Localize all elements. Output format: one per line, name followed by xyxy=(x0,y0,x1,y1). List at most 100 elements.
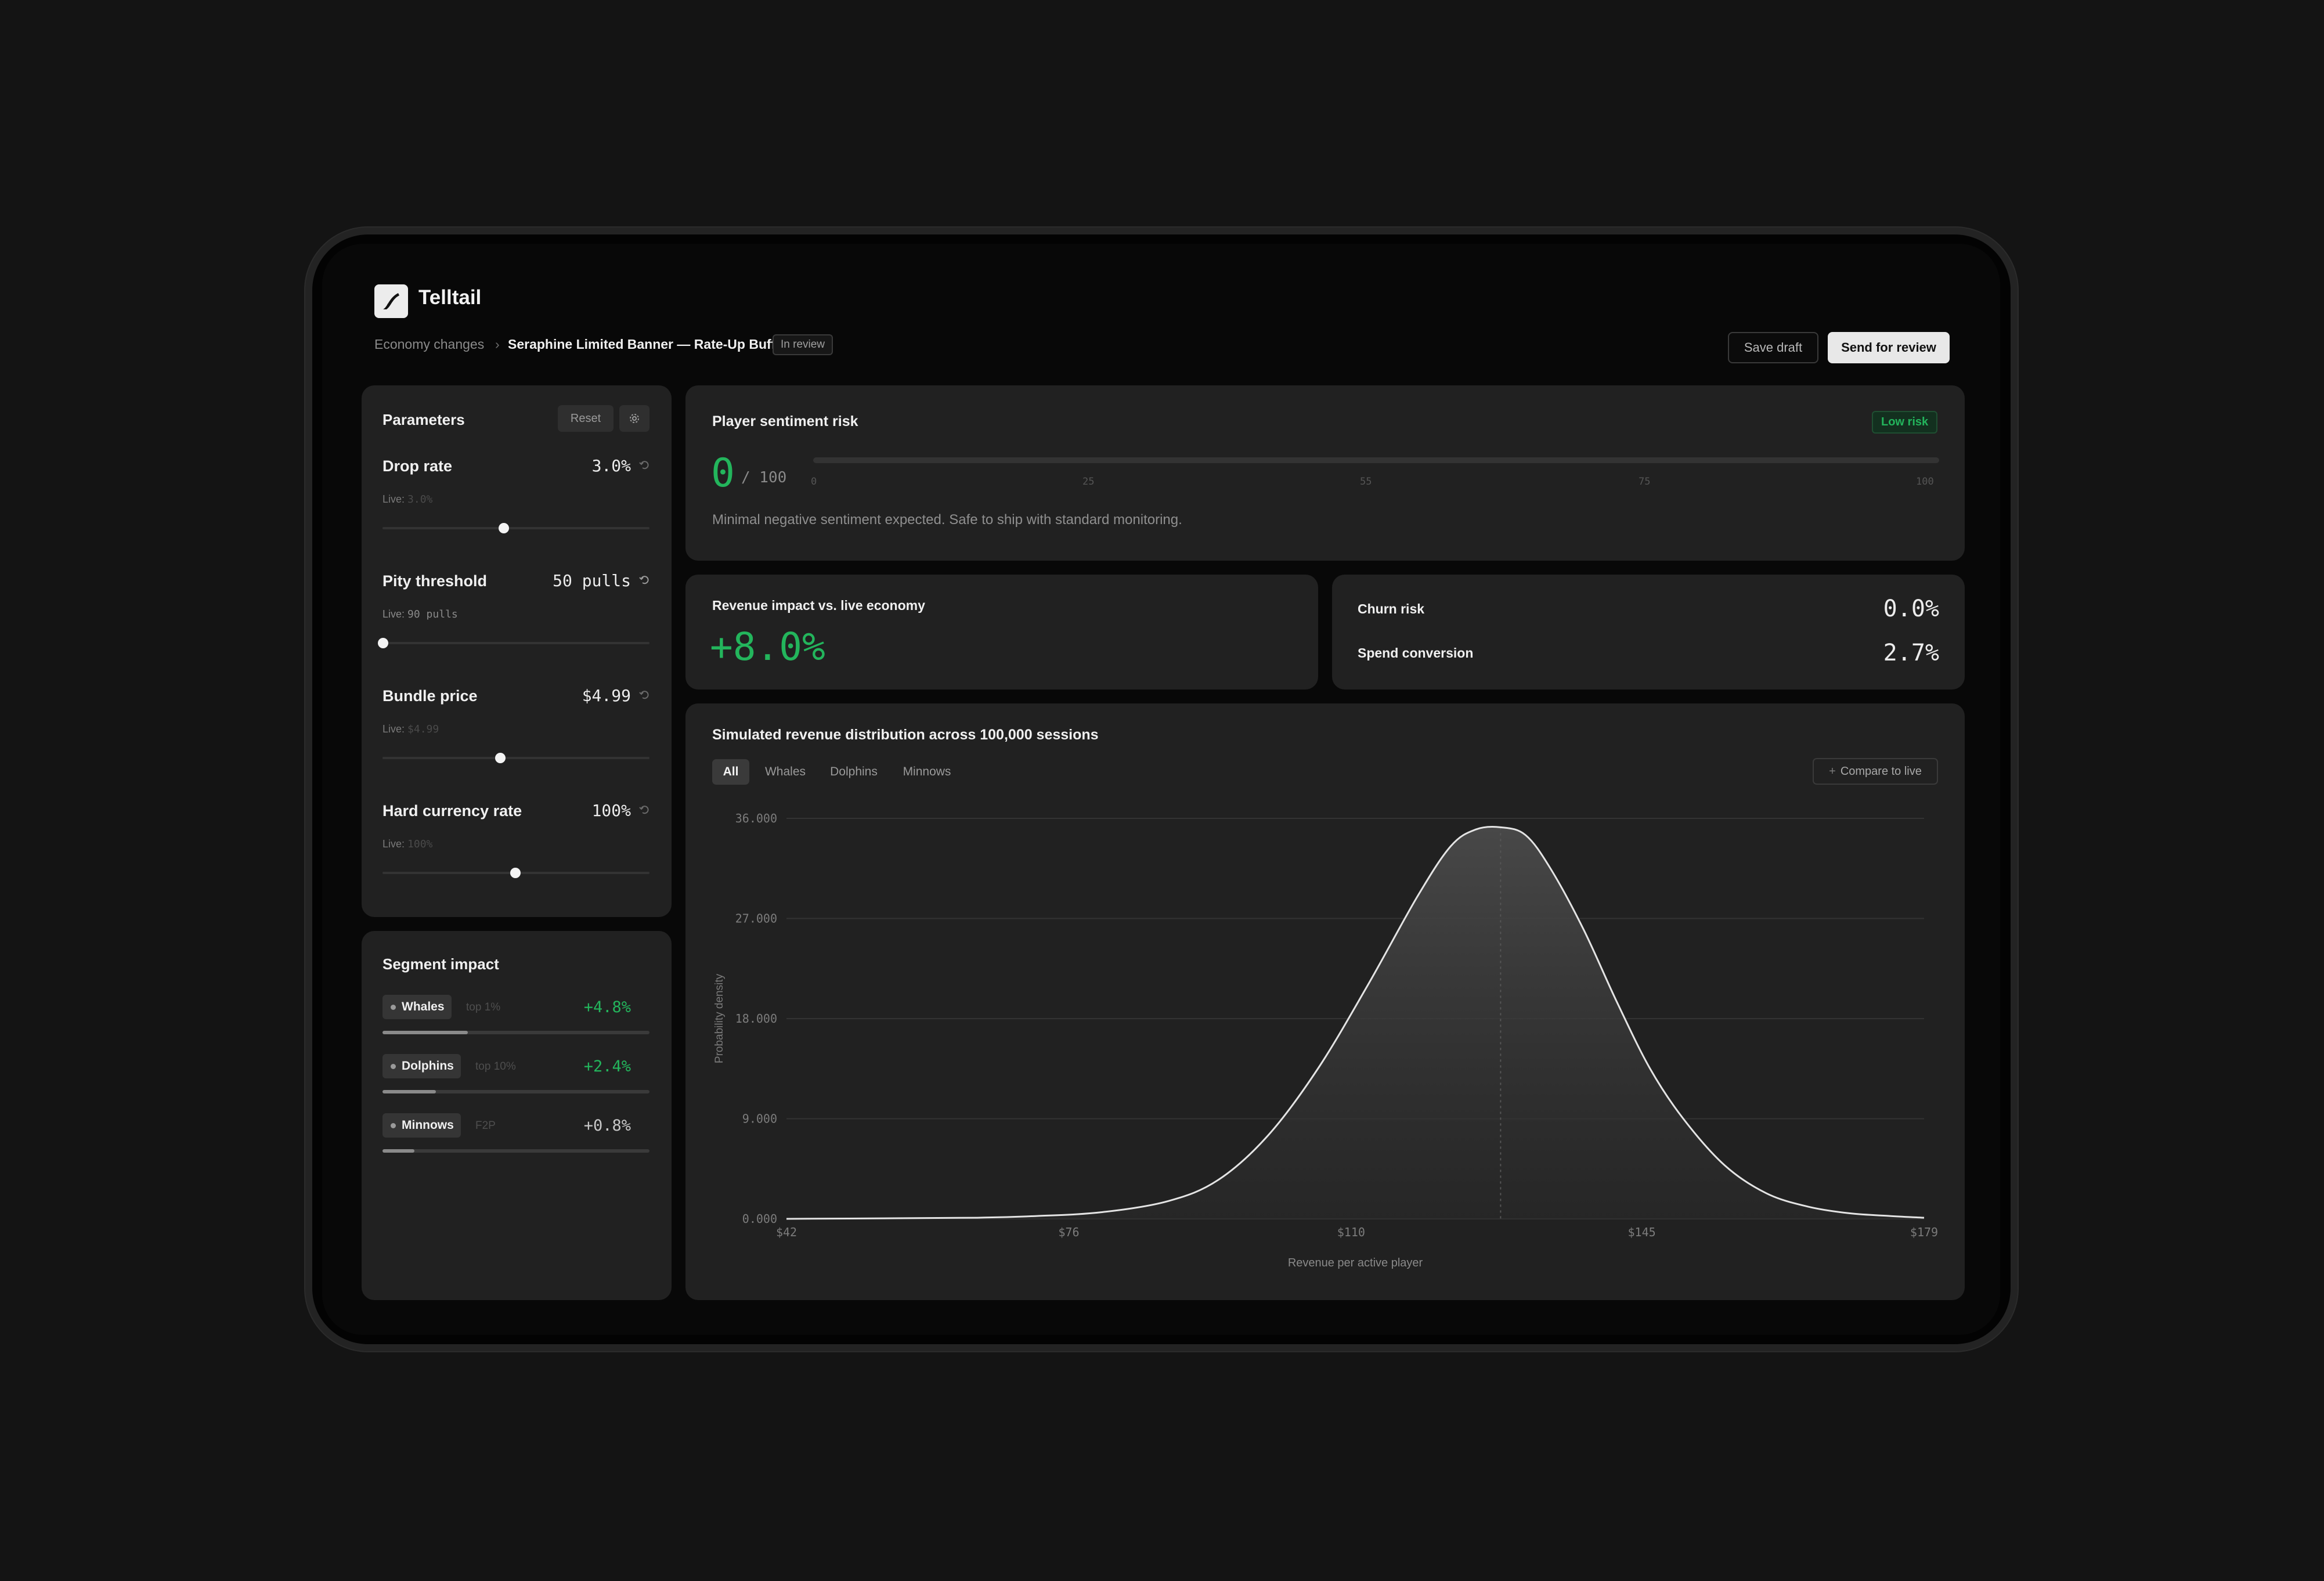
gear-icon xyxy=(630,414,639,423)
bundle-price-slider[interactable] xyxy=(382,757,649,759)
segment-bar xyxy=(382,1031,649,1034)
segment-dot xyxy=(391,1122,396,1128)
pity-threshold-slider[interactable] xyxy=(382,642,649,644)
gauge-tick: 100 xyxy=(1916,476,1934,488)
segment-bar-fill xyxy=(382,1031,468,1034)
live-label: Live: xyxy=(382,838,405,850)
x-tick-label: $179 xyxy=(1910,1225,1938,1239)
revenue-impact-value: +8.0% xyxy=(710,625,825,669)
breadcrumb-parent-link[interactable]: Economy changes xyxy=(374,337,484,352)
segment-chip-minnows[interactable]: Minnows xyxy=(382,1113,461,1138)
reset-button[interactable]: Reset xyxy=(558,405,614,432)
segment-value: +0.8% xyxy=(583,1117,631,1135)
live-value: Live: $4.99 xyxy=(382,723,439,735)
segment-bar xyxy=(382,1149,649,1153)
breadcrumb-separator: › xyxy=(495,337,500,352)
param-name: Bundle price xyxy=(382,687,478,705)
segment-note: F2P xyxy=(475,1120,496,1132)
y-tick-label: 36.000 xyxy=(735,811,777,825)
churn-risk-value: 0.0% xyxy=(1883,595,1939,622)
segment-value: +2.4% xyxy=(583,1057,631,1075)
gauge-tick: 0 xyxy=(811,476,817,488)
telltail-logo xyxy=(374,284,408,318)
live-label: Live: xyxy=(382,493,405,505)
segment-value: +4.8% xyxy=(583,998,631,1016)
density-area xyxy=(786,826,1924,1219)
parameters-panel: Parameters Reset Drop rate 3.0% Live: 3.… xyxy=(362,385,672,917)
live-number: 100% xyxy=(407,838,433,850)
y-tick-label: 0.000 xyxy=(742,1212,777,1226)
x-tick-label: $145 xyxy=(1627,1225,1655,1239)
y-tick-label: 18.000 xyxy=(735,1012,777,1026)
live-number: 3.0% xyxy=(407,493,433,506)
y-axis-title: Probability density xyxy=(713,973,726,1063)
live-label: Live: xyxy=(382,723,405,735)
param-name: Pity threshold xyxy=(382,572,488,590)
churn-risk-label: Churn risk xyxy=(1358,601,1425,616)
gauge-tick: 25 xyxy=(1082,476,1095,488)
spend-conversion-label: Spend conversion xyxy=(1358,645,1474,660)
app-name: Telltail xyxy=(418,286,482,309)
revenue-impact-card: Revenue impact vs. live economy +8.0% xyxy=(685,575,1318,690)
segment-note: top 10% xyxy=(475,1060,516,1073)
param-value: $4.99 xyxy=(582,686,631,705)
breadcrumb-current: Seraphine Limited Banner — Rate-Up Buff xyxy=(508,337,776,352)
undo-icon[interactable] xyxy=(638,803,651,816)
segment-bar-fill xyxy=(382,1090,436,1093)
status-badge: In review xyxy=(773,334,833,355)
parameters-title: Parameters xyxy=(382,411,465,428)
sentiment-gauge xyxy=(813,457,1939,463)
x-axis-title: Revenue per active player xyxy=(1288,1257,1423,1269)
param-name: Drop rate xyxy=(382,457,453,475)
risk-badge: Low risk xyxy=(1872,411,1938,434)
segment-chip-whales[interactable]: Whales xyxy=(382,995,452,1019)
x-tick-label: $110 xyxy=(1337,1225,1365,1239)
live-value: Live: 3.0% xyxy=(382,493,432,506)
param-name: Hard currency rate xyxy=(382,802,522,820)
sentiment-title: Player sentiment risk xyxy=(712,413,858,429)
segment-bar xyxy=(382,1090,649,1093)
metrics-card: Churn risk 0.0% Spend conversion 2.7% xyxy=(1332,575,1965,690)
sentiment-out-of: / 100 xyxy=(741,469,787,486)
segment-dot xyxy=(391,1063,396,1069)
undo-icon[interactable] xyxy=(638,573,651,586)
send-for-review-button[interactable]: Send for review xyxy=(1828,332,1950,363)
segment-dot xyxy=(391,1004,396,1010)
distribution-card: Simulated revenue distribution across 10… xyxy=(685,703,1965,1300)
sentiment-risk-card: Player sentiment risk Low risk 0 / 100 0… xyxy=(685,385,1965,561)
spend-conversion-value: 2.7% xyxy=(1883,640,1939,666)
param-value: 50 pulls xyxy=(553,571,631,590)
live-value: Live: 100% xyxy=(382,838,432,850)
y-tick-label: 9.000 xyxy=(742,1112,777,1126)
sentiment-description: Minimal negative sentiment expected. Saf… xyxy=(712,512,1182,528)
revenue-impact-title: Revenue impact vs. live economy xyxy=(712,598,925,613)
logo-mark-icon xyxy=(383,293,399,309)
gauge-tick: 55 xyxy=(1360,476,1372,488)
segment-impact-title: Segment impact xyxy=(382,955,499,973)
segment-name: Dolphins xyxy=(402,1059,454,1073)
drop-rate-slider[interactable] xyxy=(382,527,649,529)
param-value: 3.0% xyxy=(591,456,631,475)
segment-chip-dolphins[interactable]: Dolphins xyxy=(382,1054,461,1078)
save-draft-button[interactable]: Save draft xyxy=(1728,332,1818,363)
distribution-chart: 36.000 27.000 18.000 9.000 0.000$42 $76 $110 $1… xyxy=(713,811,1938,1269)
slider-thumb[interactable] xyxy=(510,868,521,878)
live-label: Live: xyxy=(382,608,405,620)
undo-icon[interactable] xyxy=(638,459,651,471)
undo-icon[interactable] xyxy=(638,688,651,701)
live-number: $4.99 xyxy=(407,723,439,735)
slider-thumb[interactable] xyxy=(499,523,509,533)
slider-thumb[interactable] xyxy=(495,753,506,763)
segment-bar-fill xyxy=(382,1149,415,1153)
app-window: Telltail Economy changes › Seraphine Lim… xyxy=(322,244,2000,1335)
live-number: 90 pulls xyxy=(407,608,458,620)
live-value: Live: 90 pulls xyxy=(382,608,458,620)
segment-name: Minnows xyxy=(402,1118,454,1132)
gauge-tick: 75 xyxy=(1639,476,1651,488)
settings-button[interactable] xyxy=(619,405,649,432)
x-tick-label: $42 xyxy=(776,1225,797,1239)
y-tick-label: 27.000 xyxy=(735,912,777,926)
slider-thumb[interactable] xyxy=(378,638,388,648)
segment-impact-panel: Segment impact Whales top 1% +4.8% Dolph… xyxy=(362,931,672,1300)
x-tick-label: $76 xyxy=(1058,1225,1079,1239)
